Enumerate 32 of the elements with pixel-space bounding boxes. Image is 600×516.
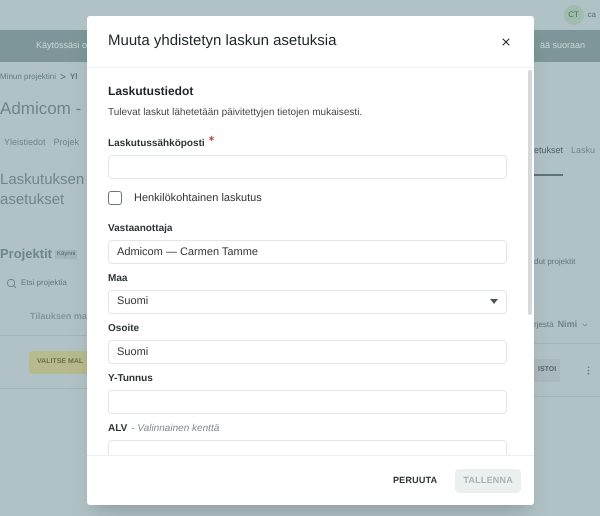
page-title: Admicom - xyxy=(0,98,82,120)
page-tab[interactable]: Lasku xyxy=(571,144,596,176)
search-field[interactable]: Etsi projektia xyxy=(0,268,87,298)
input-field[interactable]: Admicom — Carmen Tamme xyxy=(108,240,507,264)
field-label: Vastaanottaja xyxy=(108,222,172,236)
user-name: ca xyxy=(588,9,596,21)
page-tab[interactable]: Yleistiedot xyxy=(4,136,46,168)
field-label: Maa xyxy=(108,272,128,286)
breadcrumb-current: Yl xyxy=(70,71,78,83)
input-field[interactable]: Suomi xyxy=(108,340,507,364)
optional-note: - Valinnainen kenttä xyxy=(131,422,220,436)
field-label: Y-Tunnus xyxy=(108,372,153,386)
cancel-button[interactable]: PERUUTA xyxy=(384,468,446,492)
field-label: Laskutussähköposti xyxy=(108,137,205,151)
checkbox-label: Henkilökohtainen laskutus xyxy=(134,191,262,206)
section-title: Laskutustiedot xyxy=(108,83,194,100)
banner-text: ää suoraan xyxy=(540,39,585,52)
section-description: Tulevat laskut lähetetään päivitettyjen tietojen mukaisesti. xyxy=(108,106,364,120)
projects-title: Projektit xyxy=(0,245,52,264)
breadcrumb-separator: > xyxy=(60,70,66,84)
select-field[interactable]: Suomi xyxy=(108,290,507,314)
section-title: Laskutuksen asetukset xyxy=(0,170,86,210)
breadcrumb-link[interactable]: Minun projektini xyxy=(0,71,56,83)
sort-dropdown[interactable]: Nimi xyxy=(558,318,578,332)
filter-toggle-label[interactable]: dut projektit xyxy=(534,256,576,268)
sort-label: rjestä xyxy=(534,318,554,330)
banner-text: Käytössäsi o xyxy=(36,39,88,52)
field-label: Osoite xyxy=(108,322,140,336)
modal-title: Muuta yhdistetyn laskun asetuksia xyxy=(108,31,336,52)
field-label: ALV xyxy=(108,422,128,436)
page-tab[interactable]: Projek xyxy=(54,136,80,168)
user-avatar[interactable]: CT xyxy=(564,5,584,25)
